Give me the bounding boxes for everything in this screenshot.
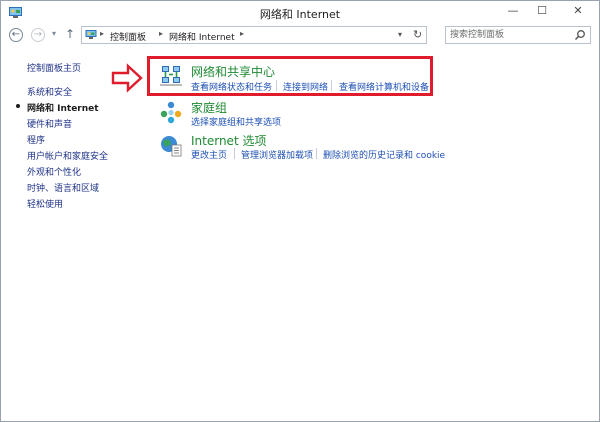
up-one-level-button[interactable]: ↑ <box>65 27 75 41</box>
navigation-bar: ← → ▾ ↑ ▸ 控制面板 ▸ 网络和 Internet ▸ ▾ ↻ <box>1 25 599 47</box>
sidebar-item-system-security[interactable]: 系统和安全 <box>27 85 72 98</box>
breadcrumb-separator[interactable]: ▸ <box>240 29 244 38</box>
current-page-bullet <box>16 104 20 108</box>
homegroup-icon[interactable] <box>159 100 183 124</box>
maximize-button[interactable]: ☐ <box>528 1 556 21</box>
close-button[interactable]: ✕ <box>557 1 599 21</box>
refresh-button[interactable]: ↻ <box>413 28 422 41</box>
control-panel-window: 网络和 Internet — ☐ ✕ ← → ▾ ↑ ▸ 控制面板 ▸ 网络和 … <box>0 0 600 422</box>
search-icon[interactable] <box>574 29 586 41</box>
search-box[interactable] <box>445 26 591 44</box>
breadcrumb-separator[interactable]: ▸ <box>159 29 163 38</box>
annotation-highlight-box <box>147 56 433 96</box>
control-panel-location-icon <box>85 30 97 39</box>
breadcrumb-control-panel[interactable]: 控制面板 <box>110 30 146 43</box>
breadcrumb-separator[interactable]: ▸ <box>100 29 104 38</box>
internet-options-icon[interactable] <box>159 133 183 157</box>
link-delete-browsing-history[interactable]: 删除浏览的历史记录和 cookie <box>323 148 445 161</box>
address-history-dropdown[interactable]: ▾ <box>398 30 402 39</box>
breadcrumb-network-internet[interactable]: 网络和 Internet <box>169 30 235 43</box>
minimize-button[interactable]: — <box>499 1 527 21</box>
link-manage-browser-addons[interactable]: 管理浏览器加载项 <box>241 148 313 161</box>
link-separator <box>234 148 235 159</box>
sidebar-item-network-internet: 网络和 Internet <box>27 104 99 114</box>
sidebar-item-control-panel-home[interactable]: 控制面板主页 <box>27 61 81 74</box>
address-bar[interactable]: ▸ 控制面板 ▸ 网络和 Internet ▸ ▾ ↻ <box>81 26 427 44</box>
forward-button[interactable]: → <box>31 28 45 42</box>
link-homegroup-sharing-options[interactable]: 选择家庭组和共享选项 <box>191 115 281 128</box>
sidebar-item-user-accounts[interactable]: 用户帐户和家庭安全 <box>27 149 108 162</box>
sidebar-item-hardware-sound[interactable]: 硬件和声音 <box>27 117 72 130</box>
title-bar: 网络和 Internet — ☐ ✕ <box>1 1 599 25</box>
sidebar-item-appearance[interactable]: 外观和个性化 <box>27 165 81 178</box>
link-change-home-page[interactable]: 更改主页 <box>191 148 227 161</box>
sidebar-item-programs[interactable]: 程序 <box>27 133 45 146</box>
search-input[interactable] <box>450 28 570 42</box>
sidebar-item-clock-language-region[interactable]: 时钟、语言和区域 <box>27 181 99 194</box>
sidebar-item-ease-of-access[interactable]: 轻松使用 <box>27 197 63 210</box>
back-button[interactable]: ← <box>9 28 23 42</box>
annotation-arrow-icon <box>111 63 143 93</box>
recent-locations-dropdown[interactable]: ▾ <box>52 29 56 38</box>
internet-options-title[interactable]: Internet 选项 <box>191 132 266 149</box>
link-separator <box>316 148 317 159</box>
homegroup-title[interactable]: 家庭组 <box>191 99 227 116</box>
